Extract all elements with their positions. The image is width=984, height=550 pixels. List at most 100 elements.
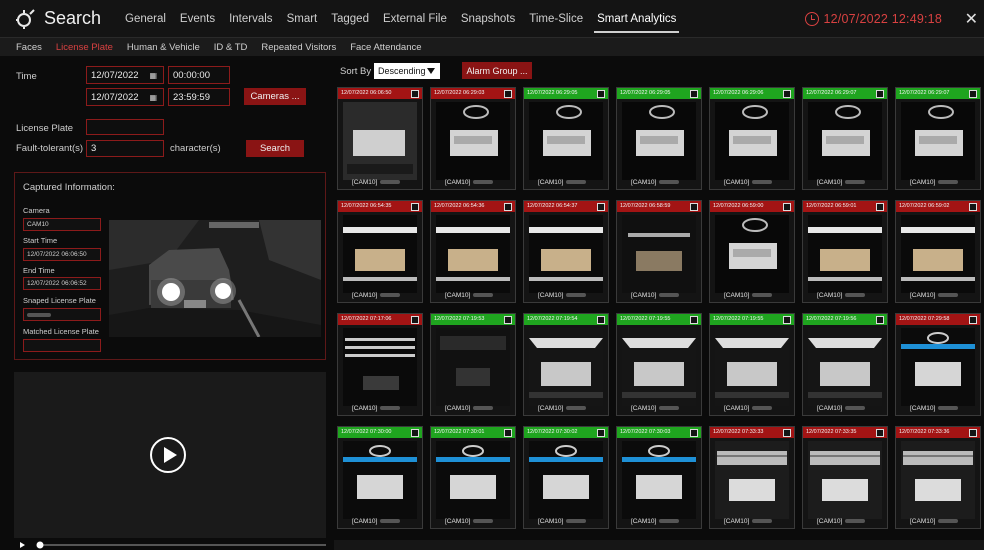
play-icon[interactable] bbox=[150, 437, 186, 473]
result-card[interactable]: 12/07/2022 07:19:55 [CAM10] bbox=[709, 313, 795, 416]
result-checkbox[interactable] bbox=[597, 202, 605, 211]
result-card[interactable]: 12/07/2022 06:59:01 [CAM10] bbox=[802, 200, 888, 303]
sort-select[interactable]: Descending bbox=[374, 63, 440, 79]
result-camera-label: [CAM10] bbox=[910, 518, 936, 525]
result-checkbox[interactable] bbox=[597, 428, 605, 437]
result-card[interactable]: 12/07/2022 07:30:01 [CAM10] bbox=[430, 426, 516, 529]
result-card[interactable]: 12/07/2022 07:29:58 [CAM10] bbox=[895, 313, 981, 416]
result-card[interactable]: 12/07/2022 06:29:03 [CAM10] bbox=[430, 87, 516, 190]
result-checkbox[interactable] bbox=[504, 202, 512, 211]
result-card[interactable]: 12/07/2022 07:19:55 [CAM10] bbox=[616, 313, 702, 416]
subtab-face-attendance[interactable]: Face Attendance bbox=[350, 42, 421, 53]
result-checkbox[interactable] bbox=[411, 89, 419, 98]
result-card[interactable]: 12/07/2022 06:59:00 [CAM10] bbox=[709, 200, 795, 303]
result-card[interactable]: 12/07/2022 07:19:53 [CAM10] bbox=[430, 313, 516, 416]
result-card[interactable]: 12/07/2022 07:33:36 [CAM10] bbox=[895, 426, 981, 529]
result-card[interactable]: 12/07/2022 07:19:54 [CAM10] bbox=[523, 313, 609, 416]
result-checkbox[interactable] bbox=[783, 315, 791, 324]
tab-smart-analytics[interactable]: Smart Analytics bbox=[590, 0, 683, 37]
tab-snapshots[interactable]: Snapshots bbox=[454, 0, 522, 37]
result-card[interactable]: 12/07/2022 06:29:07 [CAM10] bbox=[895, 87, 981, 190]
result-checkbox[interactable] bbox=[969, 428, 977, 437]
subtab-id-td[interactable]: ID & TD bbox=[214, 42, 248, 53]
result-checkbox[interactable] bbox=[597, 315, 605, 324]
tab-smart[interactable]: Smart bbox=[280, 0, 325, 37]
result-checkbox[interactable] bbox=[969, 315, 977, 324]
result-card[interactable]: 12/07/2022 07:33:33 [CAM10] bbox=[709, 426, 795, 529]
result-card[interactable]: 12/07/2022 07:30:03 [CAM10] bbox=[616, 426, 702, 529]
calendar-icon[interactable]: ▦ bbox=[149, 93, 157, 102]
tab-tagged[interactable]: Tagged bbox=[324, 0, 376, 37]
progress-handle[interactable] bbox=[36, 541, 44, 549]
result-checkbox[interactable] bbox=[783, 202, 791, 211]
result-checkbox[interactable] bbox=[411, 315, 419, 324]
result-checkbox[interactable] bbox=[969, 202, 977, 211]
result-checkbox[interactable] bbox=[876, 202, 884, 211]
end-time-field[interactable]: 23:59:59 bbox=[168, 88, 230, 106]
result-camera: [CAM10] bbox=[817, 518, 866, 525]
result-card[interactable]: 12/07/2022 06:58:59 [CAM10] bbox=[616, 200, 702, 303]
fault-tolerant-input[interactable]: 3 bbox=[86, 140, 164, 157]
result-card[interactable]: 12/07/2022 06:06:50 [CAM10] bbox=[337, 87, 423, 190]
result-checkbox[interactable] bbox=[411, 202, 419, 211]
result-checkbox[interactable] bbox=[876, 89, 884, 98]
start-time-label: Start Time bbox=[23, 236, 58, 245]
result-checkbox[interactable] bbox=[411, 428, 419, 437]
tab-intervals[interactable]: Intervals bbox=[222, 0, 279, 37]
playback-bar[interactable] bbox=[14, 540, 326, 550]
play-small-icon[interactable] bbox=[20, 542, 25, 548]
result-checkbox[interactable] bbox=[690, 89, 698, 98]
result-card[interactable]: 12/07/2022 06:54:37 [CAM10] bbox=[523, 200, 609, 303]
end-date-field[interactable]: 12/07/2022 ▦ bbox=[86, 88, 164, 106]
tab-events[interactable]: Events bbox=[173, 0, 222, 37]
start-date-field[interactable]: 12/07/2022 ▦ bbox=[86, 66, 164, 84]
subtab-human-vehicle[interactable]: Human & Vehicle bbox=[127, 42, 200, 53]
result-card[interactable]: 12/07/2022 06:54:35 [CAM10] bbox=[337, 200, 423, 303]
result-card[interactable]: 12/07/2022 06:29:07 [CAM10] bbox=[802, 87, 888, 190]
redacted-plate bbox=[752, 406, 773, 411]
result-card[interactable]: 12/07/2022 07:17:06 [CAM10] bbox=[337, 313, 423, 416]
cameras-button[interactable]: Cameras ... bbox=[244, 88, 306, 105]
result-camera-label: [CAM10] bbox=[445, 292, 471, 299]
result-timestamp: 12/07/2022 07:33:35 bbox=[803, 427, 887, 438]
result-card[interactable]: 12/07/2022 06:29:05 [CAM10] bbox=[616, 87, 702, 190]
tab-general[interactable]: General bbox=[118, 0, 173, 37]
plate-thumbnail bbox=[436, 215, 510, 293]
result-checkbox[interactable] bbox=[504, 89, 512, 98]
main-tabs: General Events Intervals Smart Tagged Ex… bbox=[118, 0, 683, 37]
result-checkbox[interactable] bbox=[783, 428, 791, 437]
result-checkbox[interactable] bbox=[783, 89, 791, 98]
alarm-group-button[interactable]: Alarm Group ... bbox=[462, 62, 532, 79]
calendar-icon[interactable]: ▦ bbox=[149, 71, 157, 80]
tab-external-file[interactable]: External File bbox=[376, 0, 454, 37]
result-card[interactable]: 12/07/2022 06:54:36 [CAM10] bbox=[430, 200, 516, 303]
result-checkbox[interactable] bbox=[690, 315, 698, 324]
subtab-repeated-visitors[interactable]: Repeated Visitors bbox=[261, 42, 336, 53]
result-card[interactable]: 12/07/2022 07:19:56 [CAM10] bbox=[802, 313, 888, 416]
result-checkbox[interactable] bbox=[504, 315, 512, 324]
result-card[interactable]: 12/07/2022 07:30:00 [CAM10] bbox=[337, 426, 423, 529]
result-card[interactable]: 12/07/2022 07:30:02 [CAM10] bbox=[523, 426, 609, 529]
result-checkbox[interactable] bbox=[969, 89, 977, 98]
close-icon[interactable]: ✕ bbox=[965, 9, 978, 29]
plate-thumbnail bbox=[808, 441, 882, 519]
result-checkbox[interactable] bbox=[876, 315, 884, 324]
result-card[interactable]: 12/07/2022 06:29:06 [CAM10] bbox=[709, 87, 795, 190]
result-checkbox[interactable] bbox=[876, 428, 884, 437]
result-checkbox[interactable] bbox=[597, 89, 605, 98]
result-checkbox[interactable] bbox=[504, 428, 512, 437]
subtab-license-plate[interactable]: License Plate bbox=[56, 42, 113, 53]
result-card[interactable]: 12/07/2022 06:29:05 [CAM10] bbox=[523, 87, 609, 190]
result-card[interactable]: 12/07/2022 07:33:35 [CAM10] bbox=[802, 426, 888, 529]
video-player[interactable] bbox=[14, 372, 326, 538]
result-card[interactable]: 12/07/2022 06:59:02 [CAM10] bbox=[895, 200, 981, 303]
search-button[interactable]: Search bbox=[246, 140, 304, 157]
license-plate-input[interactable] bbox=[86, 119, 164, 135]
search-app-icon bbox=[16, 8, 35, 29]
subtab-faces[interactable]: Faces bbox=[16, 42, 42, 53]
tab-time-slice[interactable]: Time-Slice bbox=[522, 0, 590, 37]
start-time-field[interactable]: 00:00:00 bbox=[168, 66, 230, 84]
result-checkbox[interactable] bbox=[690, 428, 698, 437]
result-checkbox[interactable] bbox=[690, 202, 698, 211]
result-camera: [CAM10] bbox=[631, 518, 680, 525]
